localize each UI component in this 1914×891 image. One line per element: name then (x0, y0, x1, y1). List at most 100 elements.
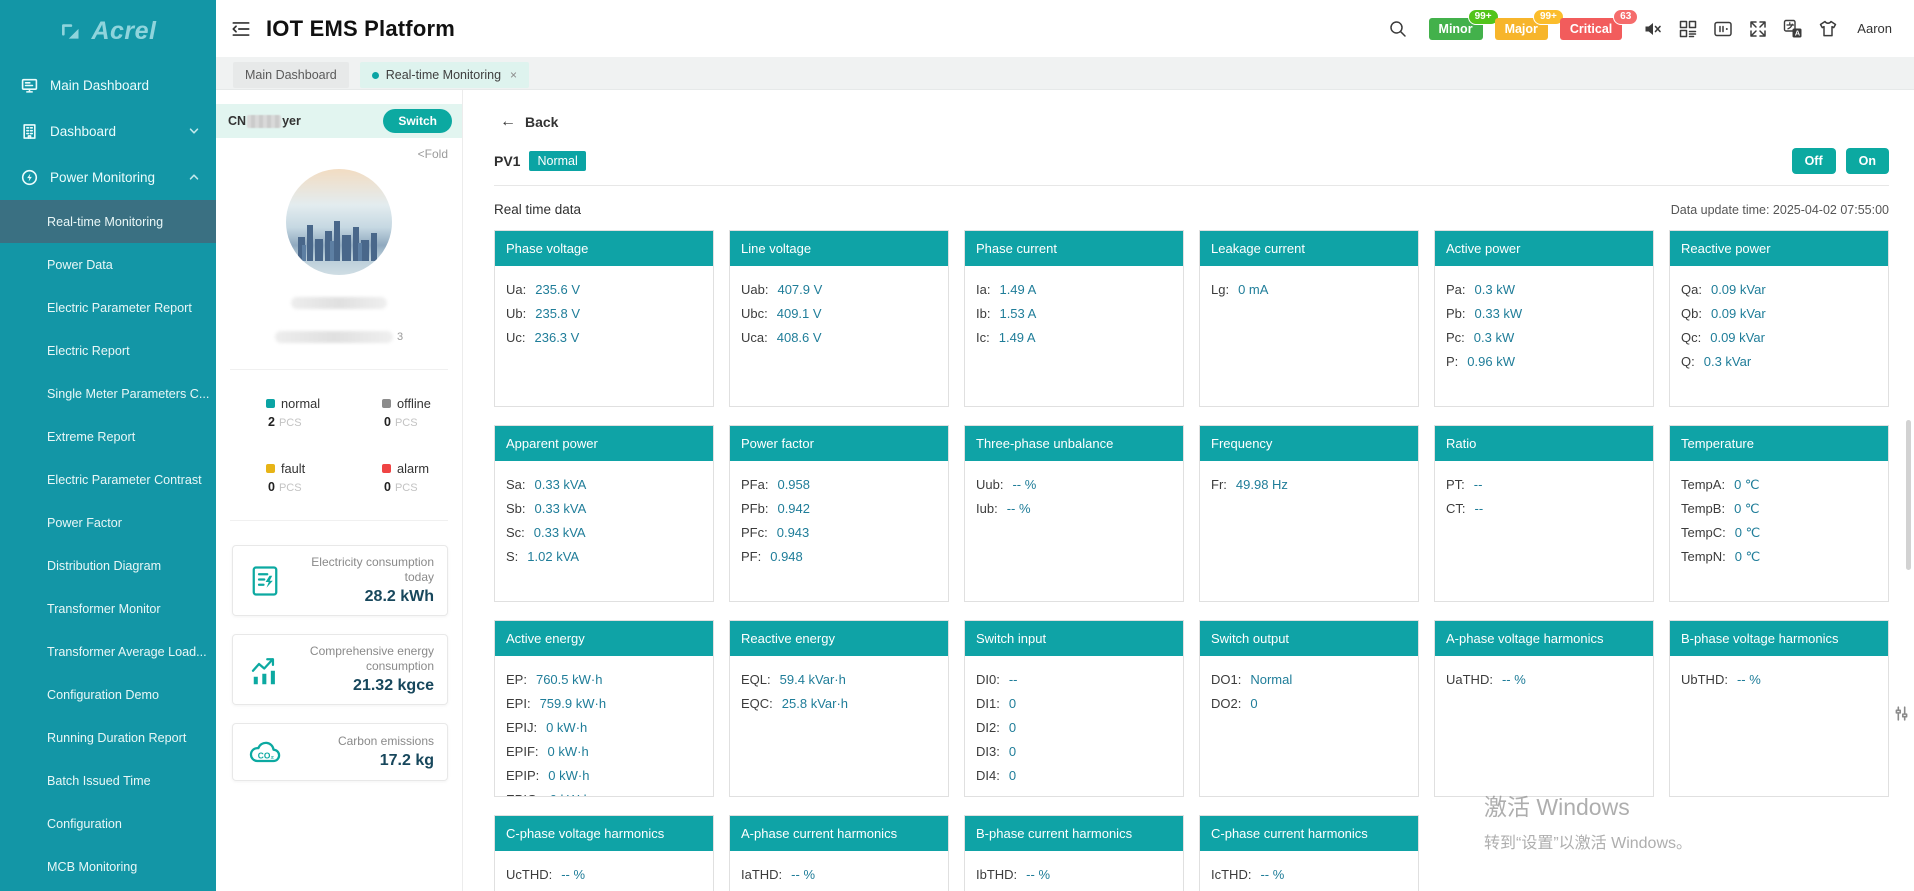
sidebar-subitem-configuration-demo[interactable]: Configuration Demo (0, 673, 216, 716)
sidebar-subitem-real-time-monitoring[interactable]: Real-time Monitoring (0, 200, 216, 243)
param-value: 1.02 kVA (527, 549, 580, 564)
sidebar-subitem-configuration[interactable]: Configuration (0, 802, 216, 845)
alarm-badge-minor[interactable]: Minor 99+ (1428, 8, 1499, 40)
sidebar-subitem-transformer-monitor[interactable]: Transformer Monitor (0, 587, 216, 630)
card-title: Active power (1435, 231, 1653, 266)
param-value: 0.958 (777, 477, 811, 492)
switch-device-button[interactable]: Switch (383, 109, 452, 133)
user-name[interactable]: Aaron (1857, 21, 1892, 36)
card-body: TempA: 0 ℃ TempB: 0 ℃ TempC: 0 ℃ TempN: 0 ℃ (1670, 461, 1888, 601)
sidebar-subitem-power-data[interactable]: Power Data (0, 243, 216, 286)
capture-icon[interactable] (1713, 19, 1733, 39)
translate-icon[interactable]: A (1783, 19, 1803, 39)
card-row: Pa: 0.3 kW (1446, 278, 1642, 302)
param-value: 235.6 V (535, 282, 581, 297)
param-label: Sc: (506, 525, 525, 540)
card-title: Leakage current (1200, 231, 1418, 266)
param-label: IaTHD: (741, 867, 783, 882)
card-row: PT: -- (1446, 473, 1642, 497)
section-title: Real time data (494, 202, 582, 217)
card-body: Sa: 0.33 kVA Sb: 0.33 kVA Sc: 0.33 kVA S: 1.02 … (495, 461, 713, 601)
card-row: Uab: 407.9 V (741, 278, 937, 302)
sidebar-subitem-extreme-report[interactable]: Extreme Report (0, 415, 216, 458)
alarm-badge-critical[interactable]: Critical 63 (1559, 8, 1639, 40)
param-label: IcTHD: (1211, 867, 1252, 882)
alarm-count-bubble: 63 (1613, 8, 1639, 25)
fullscreen-icon[interactable] (1748, 19, 1768, 39)
settings-sliders-icon[interactable] (1893, 705, 1910, 722)
legend-count: 0 (384, 415, 391, 429)
param-label: EPIF: (506, 744, 539, 759)
param-label: Qa: (1681, 282, 1702, 297)
chevron-up-icon (188, 171, 200, 183)
alarm-badge-major[interactable]: Major 99+ (1494, 8, 1564, 40)
sidebar-submenu: Real-time Monitoring Power Data Electric P… (0, 200, 216, 891)
param-label: PFb: (741, 501, 769, 516)
card-row: Qc: 0.09 kVar (1681, 326, 1877, 350)
card-row: Ic: 1.49 A (976, 326, 1172, 350)
param-value: -- % (561, 867, 586, 882)
theme-shirt-icon[interactable] (1818, 19, 1838, 39)
sidebar-subitem-distribution-diagram[interactable]: Distribution Diagram (0, 544, 216, 587)
sidebar-item-label: Dashboard (50, 123, 117, 139)
tab-real-time-monitoring[interactable]: Real-time Monitoring × (359, 62, 530, 88)
card-body: Ia: 1.49 A Ib: 1.53 A Ic: 1.49 A (965, 266, 1183, 406)
param-label: EQL: (741, 672, 771, 687)
card-title: B-phase current harmonics (965, 816, 1183, 851)
sidebar-subitem-electric-parameter-contrast[interactable]: Electric Parameter Contrast (0, 458, 216, 501)
device-status-row: PV1 Normal Off On (494, 140, 1889, 186)
param-label: Ib: (976, 306, 991, 321)
param-label: TempB: (1681, 501, 1726, 516)
param-label: PT: (1446, 477, 1465, 492)
search-icon[interactable] (1388, 19, 1408, 39)
card-row: Uca: 408.6 V (741, 326, 937, 350)
off-button[interactable]: Off (1791, 147, 1836, 174)
sidebar-subitem-mcb-monitoring[interactable]: MCB Monitoring (0, 845, 216, 888)
alarm-badges: Minor 99+ Major 99+ Critical 63 (1428, 8, 1639, 40)
sidebar-subitem-electric-parameter-report[interactable]: Electric Parameter Report (0, 286, 216, 329)
param-value: 759.9 kW·h (539, 696, 607, 711)
layout-grid-icon[interactable] (1678, 19, 1698, 39)
stat-value: 28.2 kWh (364, 588, 434, 605)
data-card-reactive-power: Reactive power Qa: 0.09 kVar Qb: 0.09 kVar Qc… (1669, 230, 1889, 407)
sidebar-subitem-single-meter-parameters-c-[interactable]: Single Meter Parameters C... (0, 372, 216, 415)
param-value: 0.09 kVar (1710, 306, 1766, 321)
sidebar-subitem-running-duration-report[interactable]: Running Duration Report (0, 716, 216, 759)
sidebar: Acrel Main Dashboard Dashboard Power Monit… (0, 0, 216, 891)
card-title: A-phase voltage harmonics (1435, 621, 1653, 656)
back-button[interactable]: ← Back (500, 104, 1889, 140)
brand-name: Acrel (91, 16, 157, 45)
sidebar-subitem-transformer-average-load-[interactable]: Transformer Average Load... (0, 630, 216, 673)
sidebar-subitem-batch-issued-time[interactable]: Batch Issued Time (0, 759, 216, 802)
close-tab-icon[interactable]: × (510, 68, 517, 82)
mute-icon[interactable] (1643, 19, 1663, 39)
param-value: 0 (1250, 696, 1258, 711)
menu-collapse-icon[interactable] (230, 18, 252, 40)
sidebar-subitem-electric-report[interactable]: Electric Report (0, 329, 216, 372)
param-value: 59.4 kVar·h (779, 672, 846, 687)
page-scrollbar[interactable] (1906, 420, 1911, 570)
fold-panel-link[interactable]: <Fold (216, 138, 462, 161)
param-value: 0 ℃ (1734, 501, 1760, 516)
param-value: 25.8 kVar·h (781, 696, 849, 711)
sidebar-item-main-dashboard[interactable]: Main Dashboard (0, 62, 216, 108)
sidebar-item-dashboard[interactable]: Dashboard (0, 108, 216, 154)
card-row: DI1: 0 (976, 692, 1172, 716)
data-card-b-phase-voltage-harmonics: B-phase voltage harmonics UbTHD: -- % (1669, 620, 1889, 797)
card-row: EP: 760.5 kW·h (506, 668, 702, 692)
param-value: 235.8 V (535, 306, 581, 321)
card-row: TempB: 0 ℃ (1681, 497, 1877, 521)
card-row: EQC: 25.8 kVar·h (741, 692, 937, 716)
param-label: UbTHD: (1681, 672, 1728, 687)
param-label: Iub: (976, 501, 998, 516)
sidebar-subitem-power-factor[interactable]: Power Factor (0, 501, 216, 544)
device-header-bar: CN yer Switch (216, 104, 462, 138)
param-label: EP: (506, 672, 527, 687)
sidebar-item-power-monitoring[interactable]: Power Monitoring (0, 154, 216, 200)
alarm-count-bubble: 99+ (1467, 8, 1499, 25)
card-body: Qa: 0.09 kVar Qb: 0.09 kVar Qc: 0.09 kVar Q: 0.… (1670, 266, 1888, 406)
on-button[interactable]: On (1845, 147, 1889, 174)
card-body[interactable]: EP: 760.5 kW·h EPI: 759.9 kW·h EPIJ: 0 kW·h EP… (495, 656, 713, 796)
tab-main-dashboard[interactable]: Main Dashboard (233, 62, 349, 88)
legend-count: 0 (268, 480, 275, 494)
